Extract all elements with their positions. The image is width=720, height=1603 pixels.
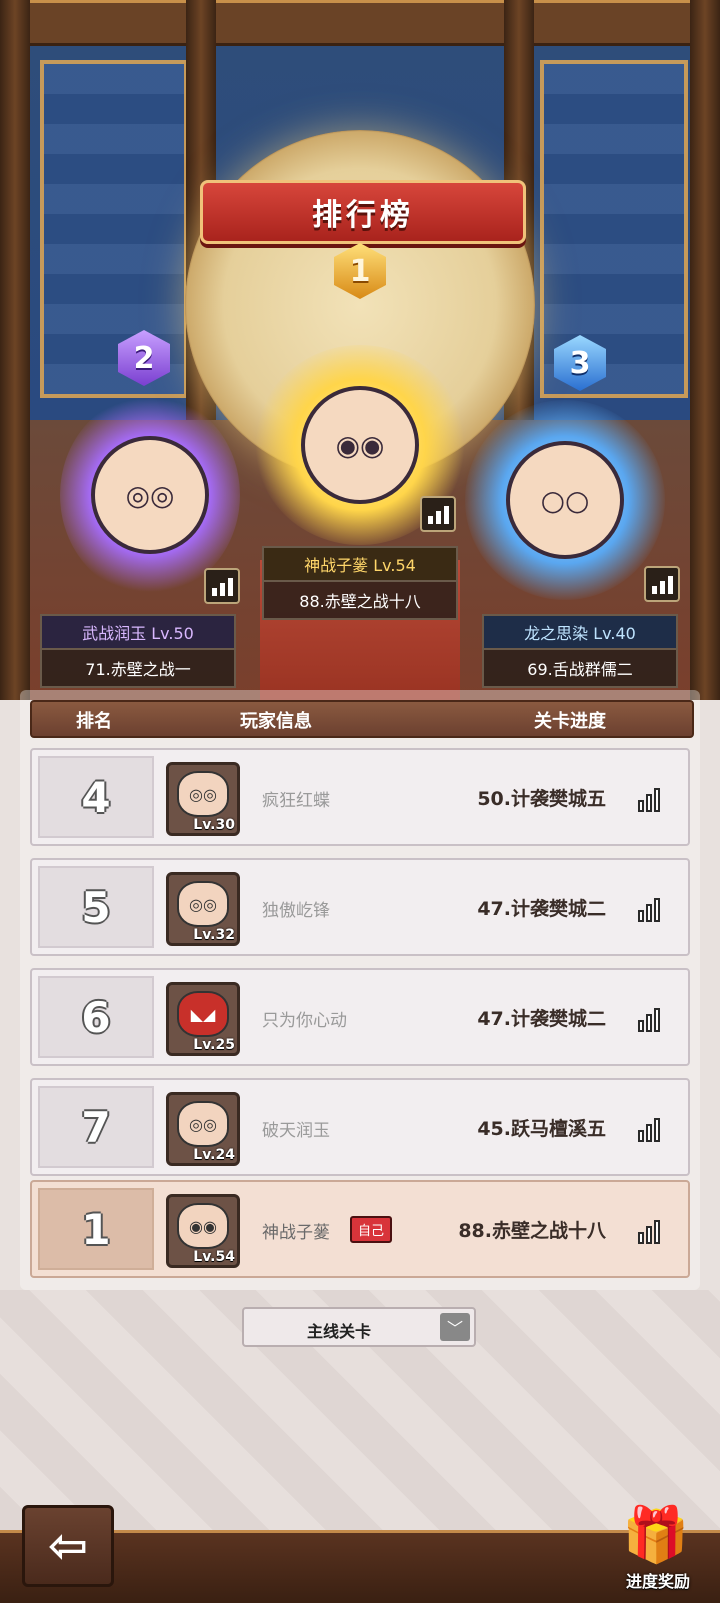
player-avatar[interactable]: ◎◎ Lv.30: [166, 762, 240, 836]
bar-chart-icon[interactable]: [638, 1002, 668, 1032]
podium-plate-rank-1: 神战子蓌 Lv.54 88.赤壁之战十八: [262, 546, 458, 620]
stage-progress: 45.跃马檀溪五: [477, 1118, 606, 1140]
bar-chart-icon[interactable]: [638, 1214, 668, 1244]
bar-chart-icon[interactable]: [638, 1112, 668, 1142]
avatar-level: Lv.25: [193, 1037, 235, 1053]
podium-name-level: 武战润玉 Lv.50: [40, 614, 236, 648]
podium-plate-rank-3: 龙之思染 Lv.40 69.舌战群儒二: [482, 614, 678, 688]
hero-rank-2[interactable]: ◎◎: [60, 395, 240, 595]
podium-name-level: 龙之思染 Lv.40: [482, 614, 678, 648]
table-header: 排名 玩家信息 关卡进度: [30, 700, 694, 738]
stage-progress: 47.计袭樊城二: [477, 1008, 606, 1030]
row-rank: 1: [38, 1188, 154, 1270]
self-tag-badge: 自己: [350, 1216, 393, 1243]
stage-progress: 50.计袭樊城五: [477, 788, 606, 810]
player-avatar[interactable]: ◎◎ Lv.24: [166, 1092, 240, 1166]
chevron-down-icon[interactable]: ﹀: [440, 1313, 470, 1341]
row-rank: 4: [38, 756, 154, 838]
pillar-left: [0, 0, 30, 700]
avatar-level: Lv.30: [193, 817, 235, 833]
table-row[interactable]: 5 ◎◎ Lv.32 独傲屹锋 47.计袭樊城二: [30, 858, 690, 956]
player-name: 破天润玉: [262, 1121, 330, 1141]
header-stage-progress: 关卡进度: [534, 711, 606, 732]
player-name: 神战子蓌: [262, 1223, 330, 1243]
player-name: 疯狂红蝶: [262, 791, 330, 811]
stage-progress: 47.计袭樊城二: [477, 898, 606, 920]
podium-progress: 71.赤壁之战一: [40, 648, 236, 688]
player-name: 只为你心动: [262, 1011, 347, 1031]
player-avatar[interactable]: ◎◎ Lv.32: [166, 872, 240, 946]
dropdown-selected-value: 主线关卡: [306, 1322, 371, 1341]
pillar-right: [690, 0, 720, 700]
hero-face: ◉◉: [301, 386, 419, 504]
stats-button-rank-2[interactable]: [204, 568, 240, 604]
podium-name-level: 神战子蓌 Lv.54: [262, 546, 458, 580]
stats-button-rank-3[interactable]: [644, 566, 680, 602]
podium-plate-rank-2: 武战润玉 Lv.50 71.赤壁之战一: [40, 614, 236, 688]
row-rank: 6: [38, 976, 154, 1058]
category-dropdown[interactable]: 主线关卡 ﹀: [242, 1307, 476, 1347]
ceiling-beam: [0, 0, 720, 46]
progress-reward-label: 进度奖励: [625, 1572, 690, 1591]
player-avatar[interactable]: ◉◉ Lv.54: [166, 1194, 240, 1268]
stage-progress: 88.赤壁之战十八: [458, 1220, 606, 1242]
player-avatar[interactable]: ◣◢ Lv.25: [166, 982, 240, 1056]
avatar-level: Lv.24: [193, 1147, 235, 1163]
treasure-chest-icon: 🎁: [622, 1503, 690, 1566]
hero-face: ○○: [506, 441, 624, 559]
progress-reward-button[interactable]: 🎁: [614, 1500, 698, 1570]
bar-chart-icon[interactable]: [638, 782, 668, 812]
table-row[interactable]: 4 ◎◎ Lv.30 疯狂红蝶 50.计袭樊城五: [30, 748, 690, 846]
page-title: 排行榜: [312, 198, 414, 233]
player-name: 独傲屹锋: [262, 901, 330, 921]
podium-progress: 88.赤壁之战十八: [262, 580, 458, 620]
row-rank: 5: [38, 866, 154, 948]
hero-face: ◎◎: [91, 436, 209, 554]
avatar-level: Lv.32: [193, 927, 235, 943]
self-row[interactable]: 1 ◉◉ Lv.54 神战子蓌 自己 88.赤壁之战十八: [30, 1180, 690, 1278]
avatar-level: Lv.54: [193, 1249, 235, 1265]
back-arrow-icon: ⇦: [47, 1518, 89, 1574]
podium-progress: 69.舌战群儒二: [482, 648, 678, 688]
header-rank: 排名: [76, 711, 112, 732]
row-rank: 7: [38, 1086, 154, 1168]
table-row[interactable]: 7 ◎◎ Lv.24 破天润玉 45.跃马檀溪五: [30, 1078, 690, 1176]
table-row[interactable]: 6 ◣◢ Lv.25 只为你心动 47.计袭樊城二: [30, 968, 690, 1066]
stats-button-rank-1[interactable]: [420, 496, 456, 532]
back-button[interactable]: ⇦: [22, 1505, 114, 1587]
bar-chart-icon[interactable]: [638, 892, 668, 922]
leaderboard-title-banner: 排行榜: [200, 180, 526, 244]
hero-rank-3[interactable]: ○○: [465, 400, 665, 600]
header-player-info: 玩家信息: [240, 711, 312, 732]
